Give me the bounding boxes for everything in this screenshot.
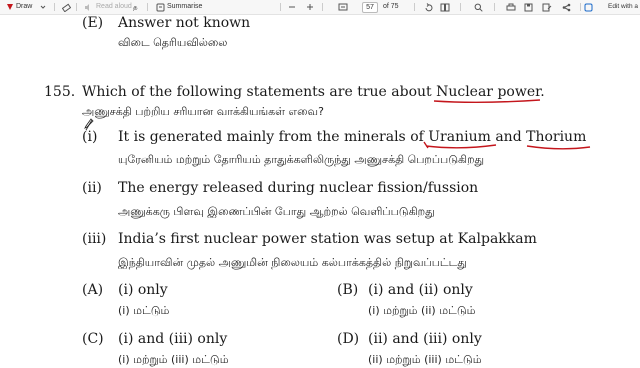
two-page-view-icon[interactable] (440, 0, 450, 14)
pen-cursor-icon (84, 118, 94, 129)
share-icon[interactable] (562, 0, 571, 14)
page-number-input[interactable]: 57 (362, 2, 378, 13)
tamil-char: த (133, 3, 138, 11)
ink-underline-uranium (423, 141, 497, 149)
ink-color-icon[interactable] (6, 0, 14, 14)
draw-chevron-down-icon[interactable] (40, 0, 46, 14)
summarise-icon[interactable] (156, 0, 165, 14)
eraser-icon[interactable] (62, 0, 71, 14)
ink-underline-nuclear-power (433, 99, 541, 103)
read-aloud-button[interactable]: Read aloud (96, 0, 132, 14)
read-aloud-label: Read aloud (96, 3, 132, 10)
edit-with-icon[interactable] (584, 0, 593, 14)
search-icon[interactable] (474, 0, 483, 14)
summarise-label: Summarise (167, 3, 203, 10)
edit-with-button[interactable]: Edit with a (608, 0, 638, 14)
summarise-button[interactable]: Summarise (167, 0, 202, 14)
ink-annotations (85, 99, 591, 150)
read-aloud-icon[interactable] (84, 0, 93, 14)
zoom-in-icon[interactable] (306, 0, 314, 14)
save-icon[interactable] (524, 0, 533, 14)
draw-button[interactable]: Draw (16, 0, 32, 14)
ink-underline-thorium (526, 145, 591, 150)
rotate-icon[interactable] (424, 0, 433, 14)
zoom-out-icon[interactable] (288, 0, 296, 14)
page-current: 57 (366, 4, 374, 11)
edit-with-label: Edit with a (608, 3, 638, 10)
page-total: of 75 (383, 3, 399, 10)
print-icon[interactable] (506, 0, 516, 14)
save-as-icon[interactable] (542, 0, 552, 14)
pdf-page: (E) Answer not known விடை தெரியவில்லை 15… (0, 14, 640, 366)
fit-page-icon[interactable] (338, 0, 348, 14)
language-button[interactable]: த (133, 0, 138, 14)
pdf-toolbar: Draw Read aloud த Summarise 57 of 75 Edi… (0, 0, 640, 15)
draw-label: Draw (16, 3, 33, 10)
